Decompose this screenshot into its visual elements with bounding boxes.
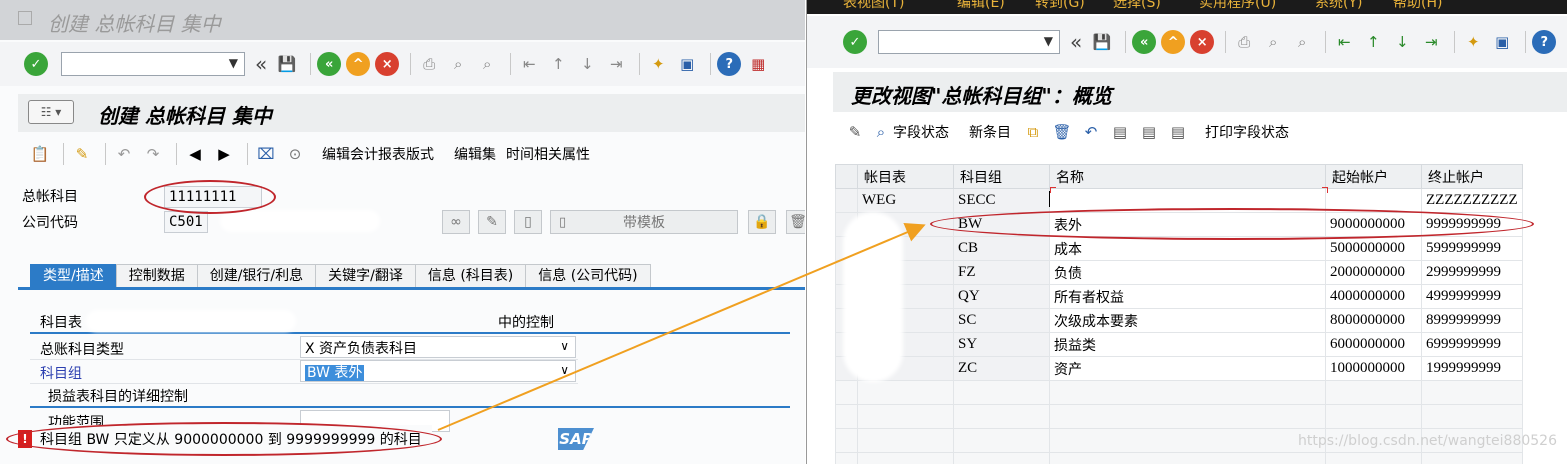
annotation-arrow bbox=[437, 222, 926, 431]
